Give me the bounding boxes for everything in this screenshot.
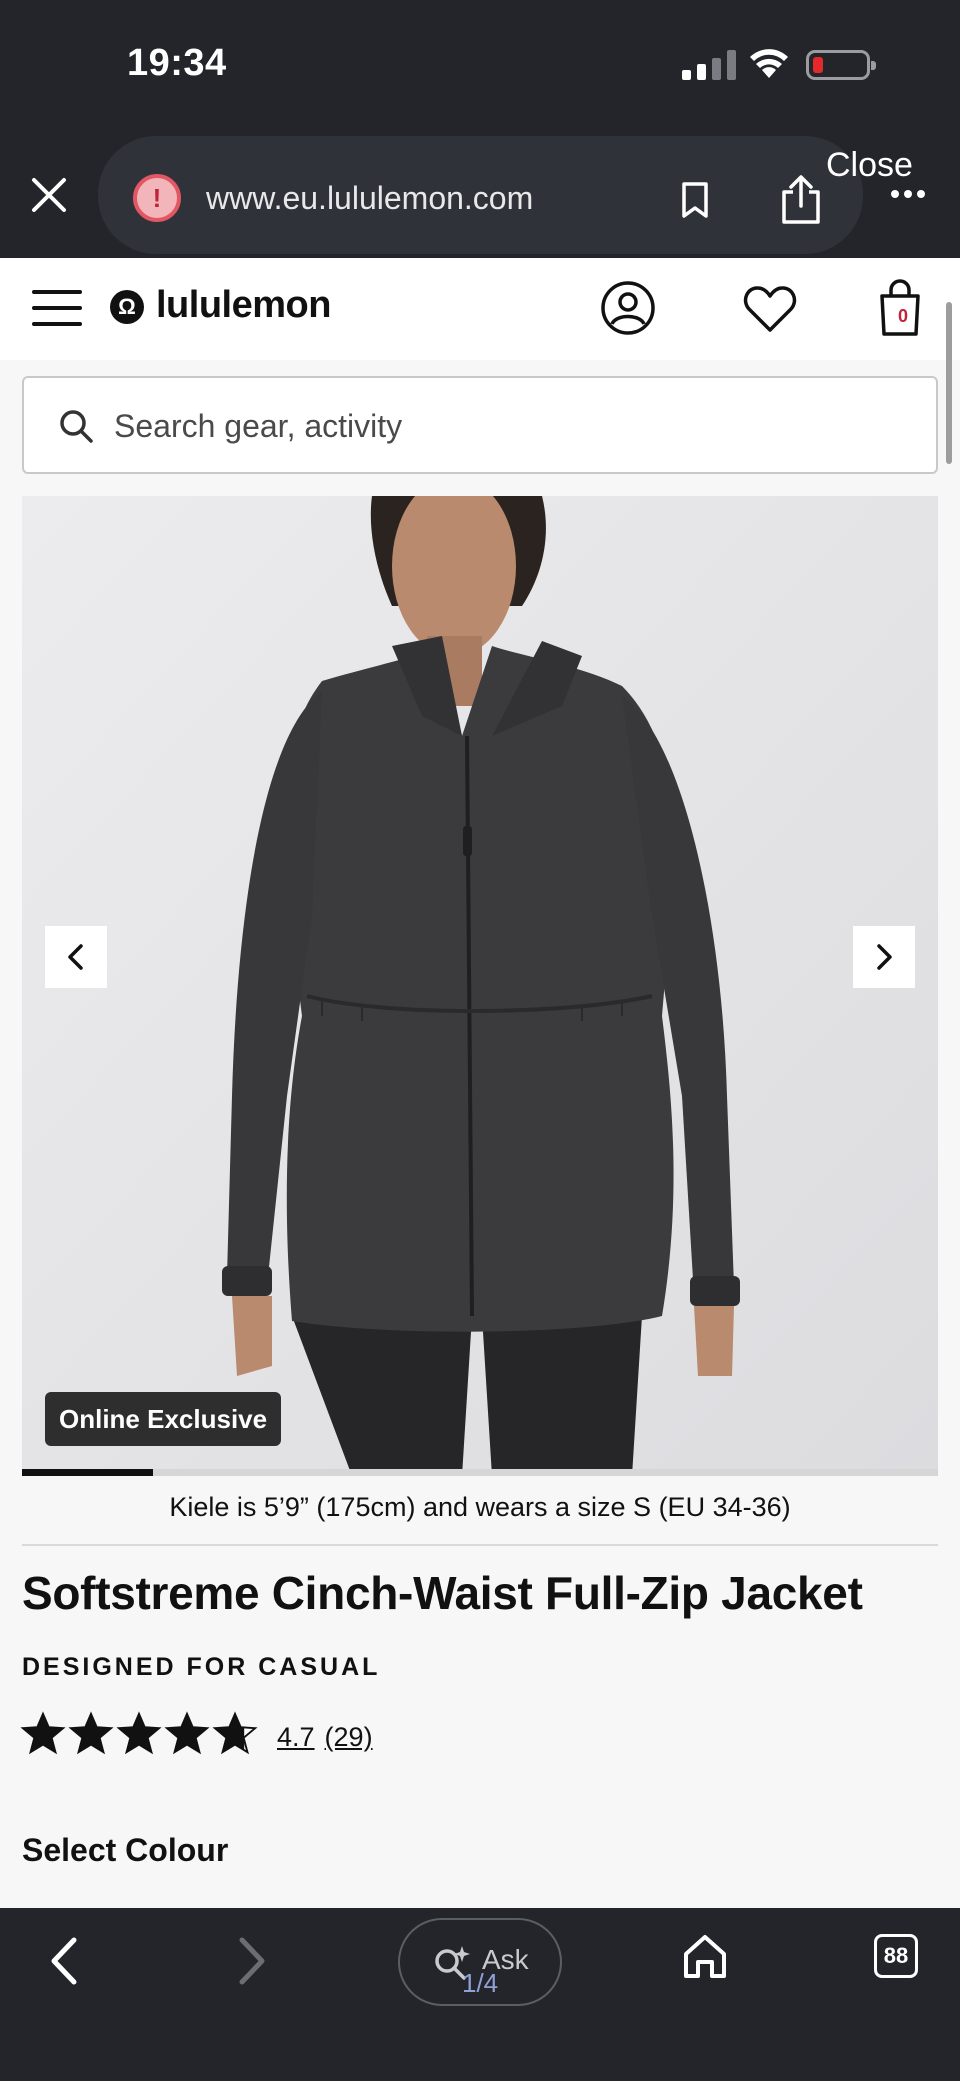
more-options-icon[interactable] [891,190,925,198]
share-icon[interactable] [778,174,824,226]
chevron-right-icon [877,944,892,970]
page-indicator: 1/4 [462,1968,499,1998]
previous-image-button[interactable] [45,926,107,988]
tabs-icon[interactable]: 88 [874,1934,918,1978]
product-photo [22,496,938,1476]
scrollbar[interactable] [946,302,952,464]
browser-toolbar: ! www.eu.lululemon.com Close [0,128,960,258]
online-exclusive-badge: Online Exclusive [45,1392,282,1446]
forward-arrow-icon[interactable] [232,1934,272,1988]
bag-count: 0 [897,306,908,326]
chevron-left-icon [68,944,83,970]
star-icon [68,1711,114,1755]
designed-for-label: DESIGNED FOR CASUAL [22,1653,381,1681]
model-size-info: Kiele is 5’9” (175cm) and wears a size S… [169,1492,791,1522]
back-arrow-icon[interactable] [44,1934,84,1988]
url-text[interactable]: www.eu.lululemon.com [206,180,533,217]
star-icon [116,1711,162,1755]
brand-logo[interactable]: lululemon [156,284,331,327]
search-input[interactable] [114,402,894,450]
product-title: Softstreme Cinch-Waist Full-Zip Jacket [22,1567,863,1619]
status-time: 19:34 [127,42,227,84]
product-image-gallery[interactable]: Online Exclusive [22,496,938,1476]
close-button[interactable]: Close [826,146,913,185]
gallery-progress [22,1469,938,1476]
wifi-icon [750,49,788,78]
next-image-button[interactable] [853,926,915,988]
rating-link[interactable]: 4.7 (29) [277,1722,373,1753]
menu-icon[interactable] [32,290,82,326]
divider [22,1544,938,1546]
lululemon-logo-icon[interactable]: Ω [110,290,144,324]
status-bar: 19:34 [0,0,960,128]
bookmark-icon[interactable] [678,180,712,220]
star-icon [20,1711,66,1755]
security-warning-icon[interactable]: ! [133,174,181,222]
review-count[interactable]: (29) [325,1722,373,1753]
address-bar[interactable]: ! www.eu.lululemon.com [98,136,863,254]
site-header: Ω lululemon 0 [0,258,960,360]
browser-bottom-toolbar: Ask 1/4 88 [0,1908,960,2081]
star-rating[interactable] [20,1710,258,1756]
star-icon [212,1711,258,1755]
battery-icon [806,50,876,80]
wishlist-heart-icon[interactable] [742,284,798,334]
home-icon[interactable] [682,1932,728,1980]
cellular-signal-icon [682,50,736,80]
search-icon [60,410,93,443]
rating-value[interactable]: 4.7 [277,1722,315,1753]
close-tab-icon[interactable] [26,172,72,218]
select-colour-heading: Select Colour [22,1832,229,1868]
star-icon [164,1711,210,1755]
search-bar[interactable] [22,376,938,474]
account-icon[interactable] [600,280,656,336]
gallery-progress-fill [22,1469,153,1476]
